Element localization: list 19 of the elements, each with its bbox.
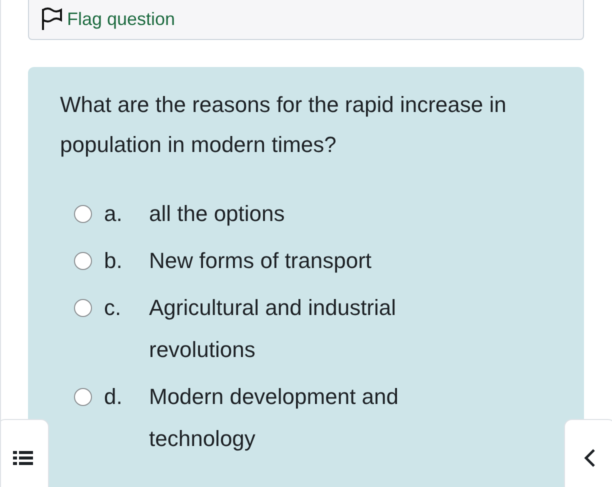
list-icon <box>13 450 33 466</box>
flag-icon <box>41 7 63 31</box>
option-letter: b. <box>104 247 124 275</box>
radio-button[interactable] <box>74 252 92 270</box>
quiz-navigation-button[interactable] <box>1 419 49 487</box>
radio-button[interactable] <box>74 388 92 406</box>
radio-button[interactable] <box>74 205 92 223</box>
option-text: all the options <box>149 200 286 228</box>
question-text: What are the reasons for the rapid increase in population in modern times? <box>60 91 508 159</box>
radio-button[interactable] <box>74 299 92 317</box>
option-text: New forms of transport <box>149 247 373 275</box>
option-letter: d. <box>104 383 124 411</box>
flag-question-link[interactable]: Flag question <box>67 9 176 29</box>
option-text: Modern development and technology <box>149 383 400 453</box>
drawer-toggle-button[interactable] <box>564 419 612 487</box>
chevron-left-icon <box>584 448 596 468</box>
option-letter: c. <box>104 294 122 322</box>
option-text: Agricultural and industrial revolutions <box>149 294 398 364</box>
option-letter: a. <box>104 200 124 228</box>
